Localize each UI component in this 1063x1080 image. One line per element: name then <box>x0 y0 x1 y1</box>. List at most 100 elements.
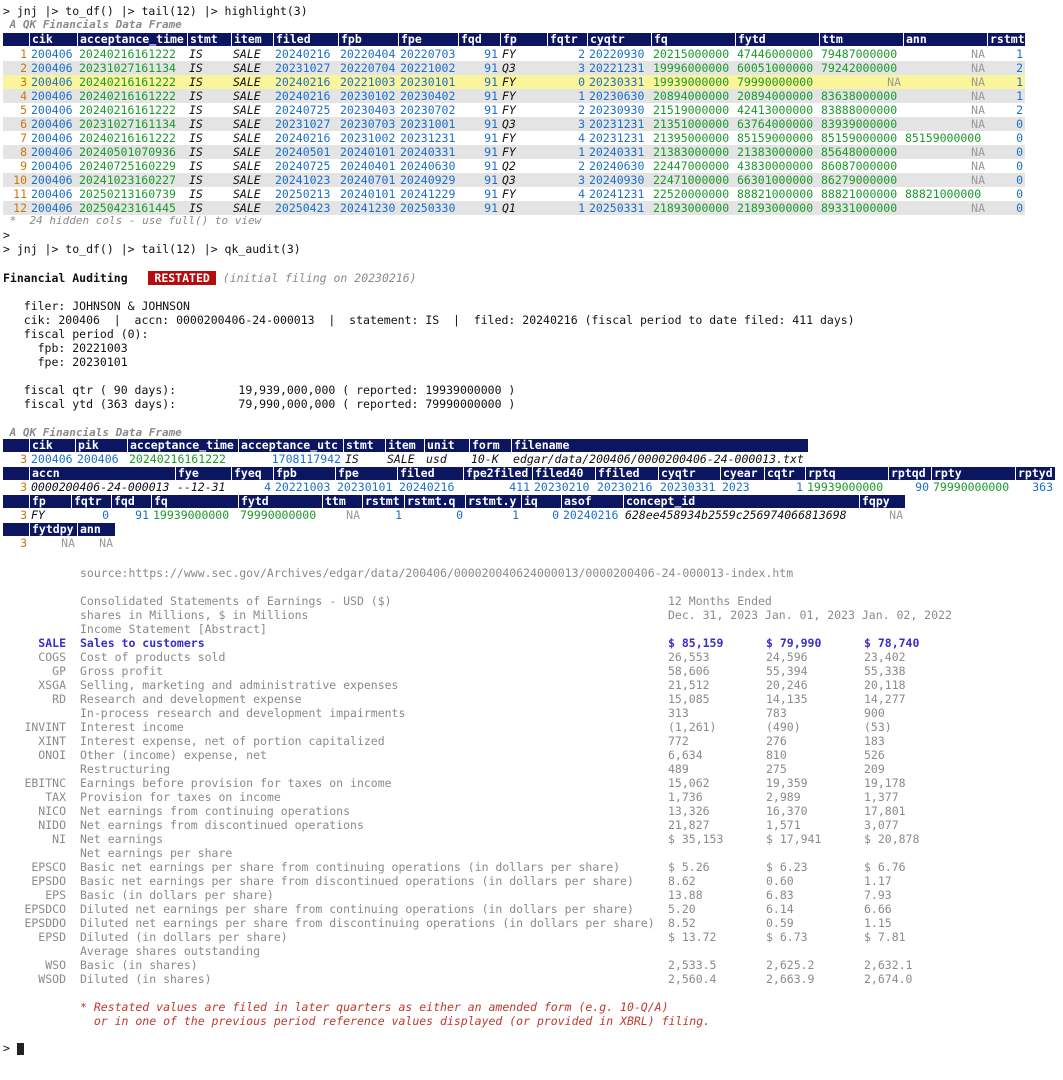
line-item-value: 1.17 <box>864 874 892 888</box>
column-header-fqd: fqd <box>458 33 500 46</box>
table-cell: 20240630 <box>400 159 456 173</box>
table-cell: 21893000000 <box>653 201 730 215</box>
table-row: 6 200406 20231027161134 IS SALE 20231027 20230… <box>3 117 1025 131</box>
table-cell: 1 <box>1016 89 1023 103</box>
table-cell: NA <box>971 47 985 61</box>
table-cell: 20241023 <box>275 173 331 187</box>
table-cell: edgar/data/200406/0000200406-24-000013.t… <box>513 452 804 466</box>
table-row: 5 200406 20240216161222 IS SALE 20240725 20230… <box>3 103 1025 117</box>
table-cell: 20240216161222 <box>79 75 176 89</box>
table-cell: 0000200406-24-000013 <box>31 480 170 494</box>
line-item-label: Research and development expense <box>80 692 302 706</box>
statement-header: Income Statement [Abstract] <box>80 622 267 636</box>
table-cell: 200406 <box>31 145 73 159</box>
table-row: 3 200406 200406 20240216161222 1708117942 IS S… <box>3 452 808 466</box>
column-header-fq: fq <box>651 33 735 46</box>
table-cell: 22447000000 <box>653 159 730 173</box>
line-item-label: Net earnings per share <box>80 846 233 860</box>
column-header-acceptance_time: acceptance_time <box>127 439 238 452</box>
table-cell: 21351000000 <box>653 117 730 131</box>
column-header-rstmt: rstmt <box>362 495 404 508</box>
line-item-value: 810 <box>766 748 787 762</box>
restatement-footnote: * Restated values are filed in later qua… <box>80 1000 669 1014</box>
audit-line: filer: JOHNSON & JOHNSON <box>3 299 190 313</box>
line-item-value: 1,571 <box>766 818 801 832</box>
table-cell: 91 <box>484 159 498 173</box>
table-cell: 0 <box>102 508 109 522</box>
table-cell: 91 <box>484 131 498 145</box>
table-cell: 411 <box>509 480 530 494</box>
table-cell: 20894000000 <box>737 89 814 103</box>
table-cell: 91 <box>484 103 498 117</box>
frame-title: A QK Financials Data Frame <box>3 18 182 31</box>
table-cell: FY <box>502 47 516 61</box>
table-cell: 86087000000 <box>821 159 898 173</box>
line-item-value: 8.52 <box>668 916 696 930</box>
table-cell: 20230216 <box>597 480 653 494</box>
column-header-fpb: fpb <box>273 467 335 480</box>
table-cell: 0 <box>552 508 559 522</box>
table-cell: 200406 <box>31 103 73 117</box>
table-cell: 83888000000 <box>821 103 898 117</box>
line-item-label: Net earnings from discontinued operation… <box>80 818 364 832</box>
table-cell: 20240216161222 <box>79 131 176 145</box>
item-code: GP <box>52 664 66 678</box>
table-cell: IS <box>189 187 203 201</box>
table-row: 11 200406 20250213160739 IS SALE 20250213 2024… <box>3 187 1025 201</box>
terminal-prompt[interactable]: > <box>3 1041 24 1055</box>
table-cell: 200406 <box>31 187 73 201</box>
column-header-fytd: fytd <box>735 33 819 46</box>
item-code: NIDO <box>38 818 66 832</box>
table-cell: 10-K <box>471 452 499 466</box>
table-cell: 20221231 <box>589 61 645 75</box>
table-header: fp fqtr fqd fq fytd ttm rstmt rstmt.q rstmt.y iq a… <box>3 495 905 508</box>
table-cell: 20240216 <box>275 131 331 145</box>
line-item-label: Provision for taxes on income <box>80 790 281 804</box>
line-item-value: 8.62 <box>668 874 696 888</box>
table-cell: 200406 <box>31 75 73 89</box>
line-item-value: $ 20,878 <box>864 832 920 846</box>
column-header-accn: accn <box>29 467 175 480</box>
table-cell: 1 <box>578 201 585 215</box>
table-cell: 20231231 <box>589 131 645 145</box>
column-header-acceptance_utc: acceptance_utc <box>238 439 343 452</box>
table-row: 1 200406 20240216161222 IS SALE 20240216 20220… <box>3 47 1025 61</box>
table-cell: 20240216 <box>275 89 331 103</box>
line-item-value: 183 <box>864 734 885 748</box>
line-item-value: $ 17,941 <box>766 832 822 846</box>
line-item-value: 526 <box>864 748 885 762</box>
table-cell: 88821000000 <box>905 187 982 201</box>
item-code: INVINT <box>24 720 66 734</box>
table-cell: FY <box>502 75 516 89</box>
line-item-value: 783 <box>766 706 787 720</box>
line-item-label: Diluted net earnings per share from disc… <box>80 916 655 930</box>
table-cell: SALE <box>233 145 261 159</box>
table-cell: SALE <box>233 201 261 215</box>
column-header-acceptance_time: acceptance_time <box>77 33 187 46</box>
table-cell: 0 <box>1016 145 1023 159</box>
table-cell: 91 <box>484 89 498 103</box>
table-header: cik pik acceptance_time acceptance_utc stmt i… <box>3 439 808 452</box>
table-cell: 200406 <box>31 131 73 145</box>
table-cell: 91 <box>484 201 498 215</box>
table-cell: 20230402 <box>400 89 456 103</box>
table-cell: 91 <box>484 145 498 159</box>
item-code: ONOI <box>38 748 66 762</box>
line-item-value: $ 85,159 <box>668 636 724 650</box>
audit-line: fiscal qtr ( 90 days): 19,939,000,000 ( … <box>3 383 516 397</box>
column-header-ttm: ttm <box>322 495 362 508</box>
table-cell: NA <box>971 61 985 75</box>
table-cell: 20240725 <box>275 103 331 117</box>
column-header-cqtr: cqtr <box>764 467 805 480</box>
table-row: 7 200406 20240216161222 IS SALE 20240216 20231… <box>3 131 1025 145</box>
source-url[interactable]: source:https://www.sec.gov/Archives/edga… <box>80 566 793 580</box>
table-cell: 20231027161134 <box>79 61 176 75</box>
table-cell: FY <box>502 145 516 159</box>
table-cell: 22520000000 <box>653 187 730 201</box>
line-item-value: 3,077 <box>864 818 899 832</box>
table-cell: NA <box>971 145 985 159</box>
item-code: COGS <box>38 650 66 664</box>
table-cell: 1 <box>1016 75 1023 89</box>
table-cell: 20230331 <box>660 480 716 494</box>
line-item-value: 772 <box>668 734 689 748</box>
